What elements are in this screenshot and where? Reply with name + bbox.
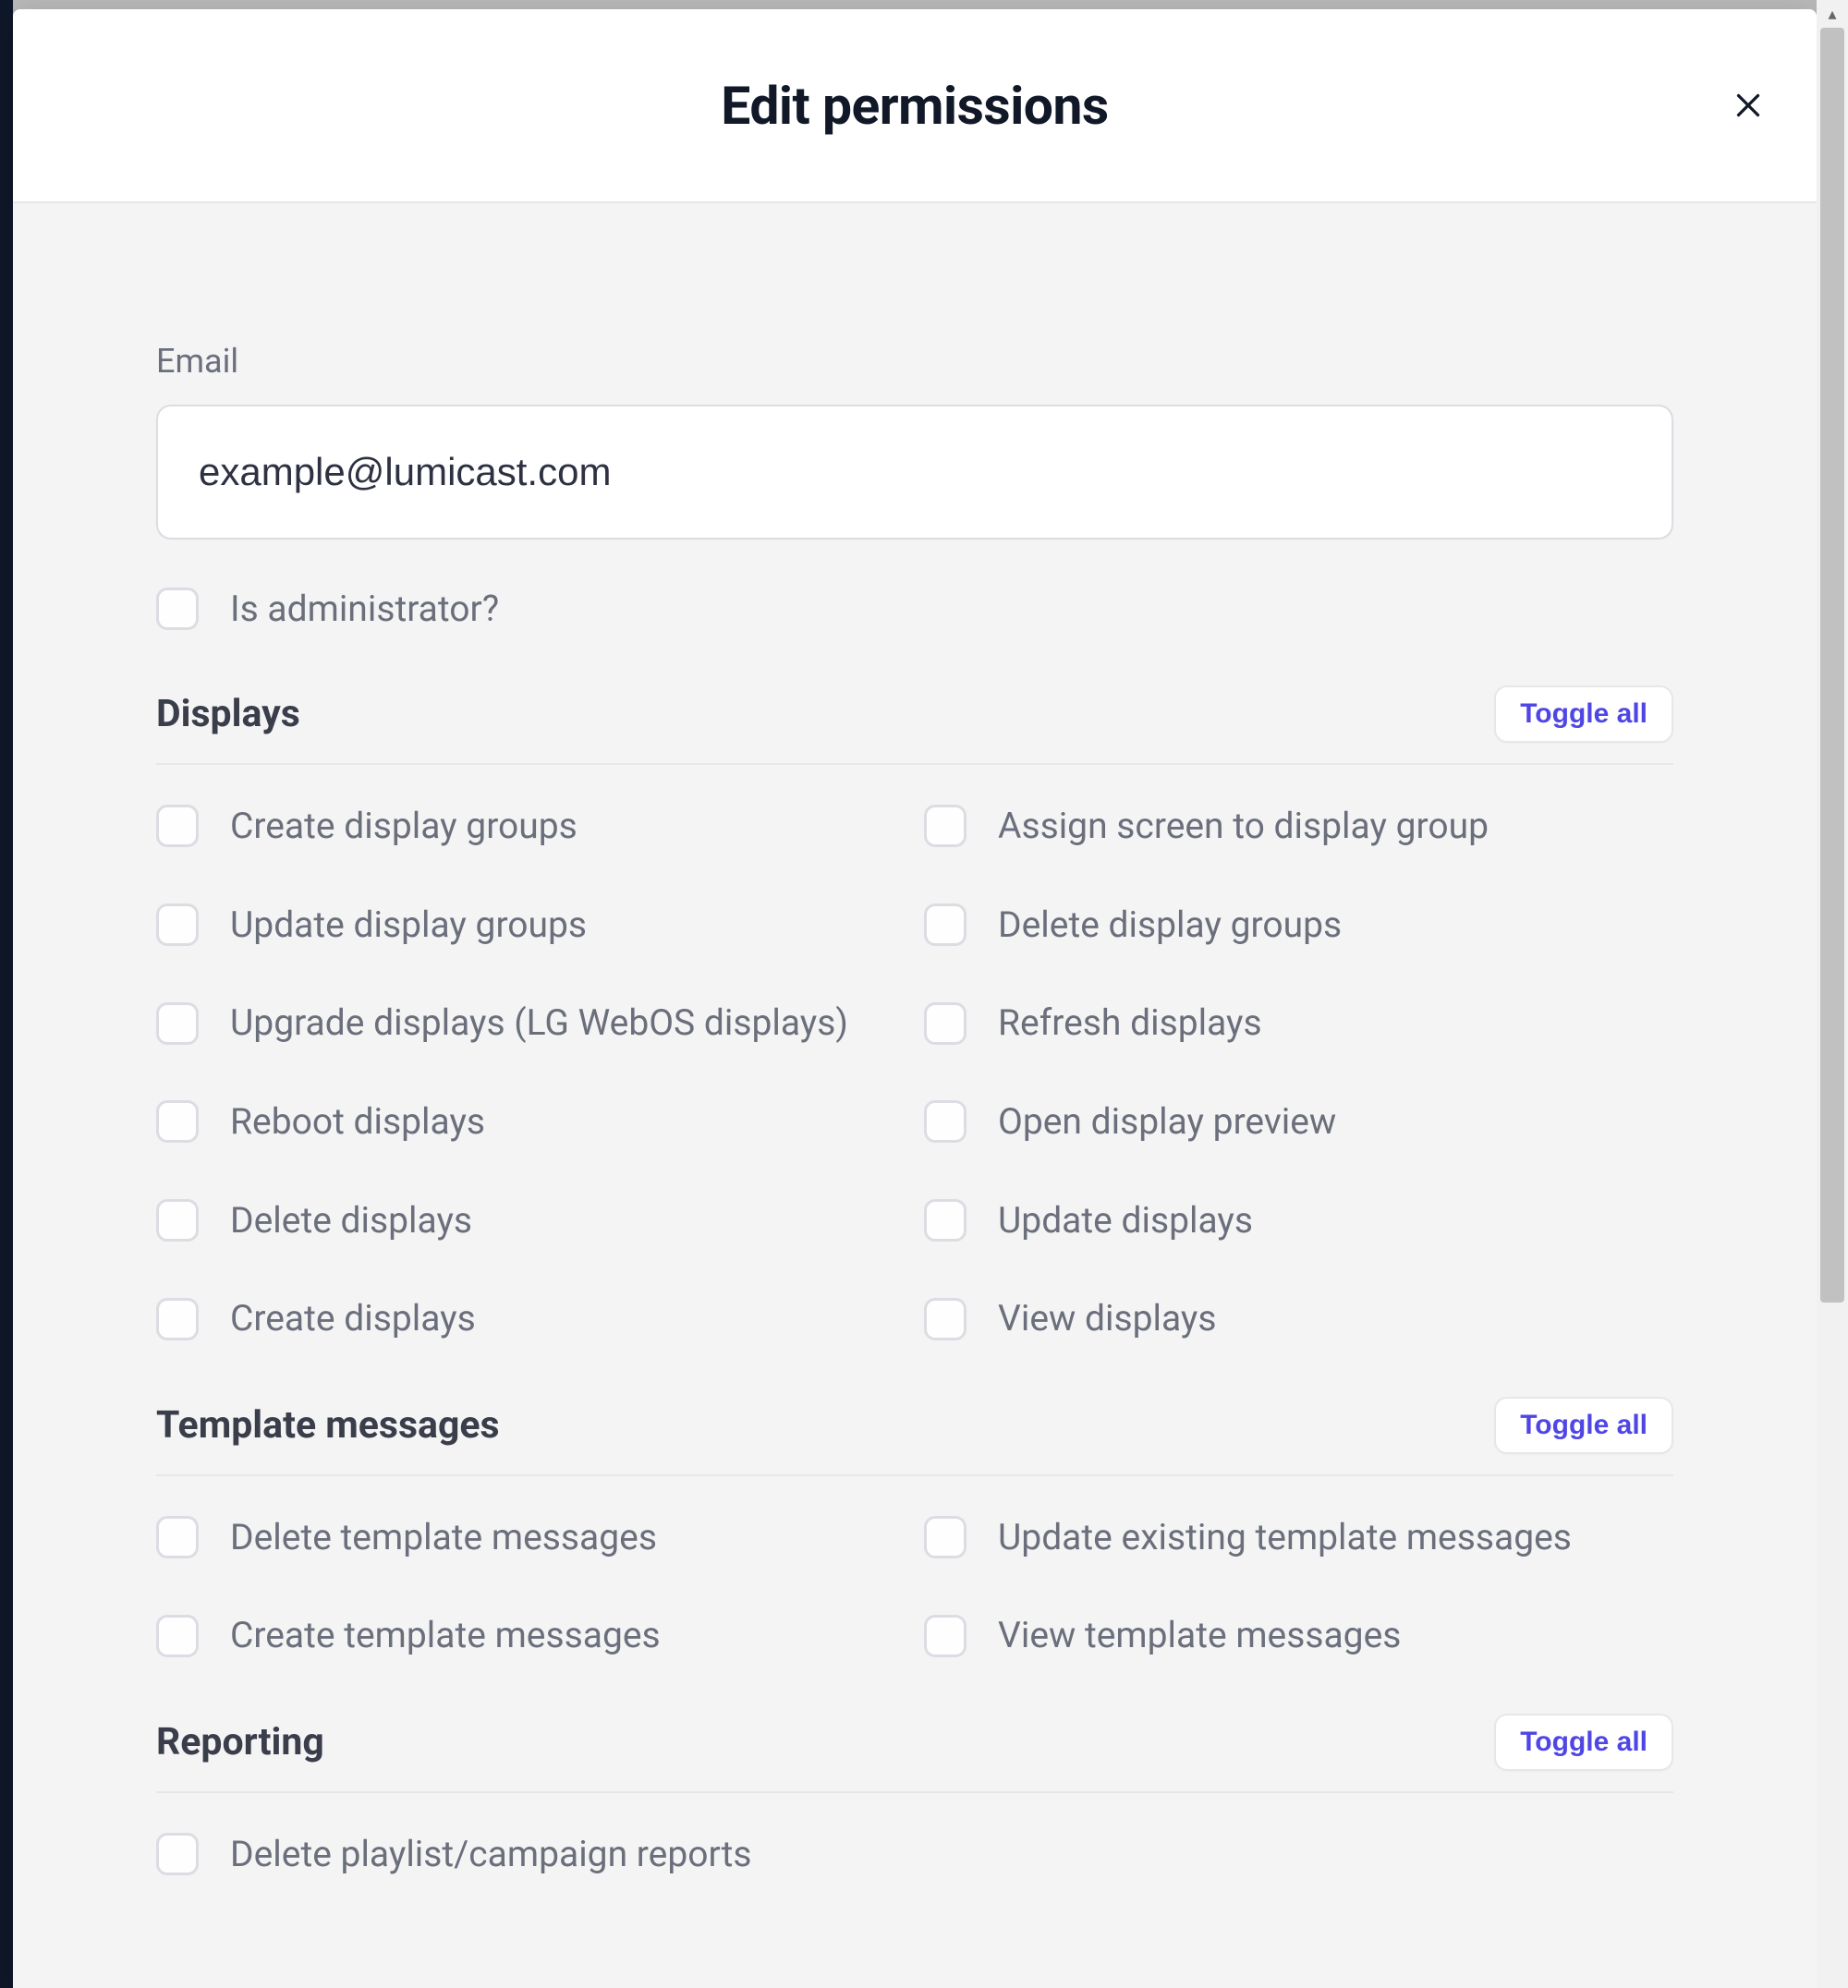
perm-delete-display-groups: Delete display groups (924, 901, 1673, 950)
checkbox-create-template-messages[interactable] (156, 1615, 199, 1657)
section-displays-title: Displays (156, 692, 300, 736)
perm-create-display-groups: Create display groups (156, 802, 906, 851)
checkbox-delete-display-groups[interactable] (924, 903, 967, 946)
checkbox-update-existing-template-messages[interactable] (924, 1516, 967, 1558)
label-create-displays: Create displays (230, 1294, 476, 1343)
section-reporting: Reporting Toggle all Delete playlist/cam… (156, 1714, 1673, 1879)
checkbox-upgrade-displays-lg-webos[interactable] (156, 1002, 199, 1045)
label-update-existing-template-messages: Update existing template messages (998, 1513, 1572, 1562)
checkbox-update-display-groups[interactable] (156, 903, 199, 946)
perm-delete-playlist-campaign-reports: Delete playlist/campaign reports (156, 1830, 906, 1879)
perm-open-display-preview: Open display preview (924, 1097, 1673, 1146)
checkbox-delete-template-messages[interactable] (156, 1516, 199, 1558)
section-displays: Displays Toggle all Create display group… (156, 685, 1673, 1343)
checkbox-open-display-preview[interactable] (924, 1100, 967, 1143)
scrollbar-thumb[interactable] (1820, 28, 1844, 1303)
checkbox-reboot-displays[interactable] (156, 1100, 199, 1143)
is-administrator-checkbox[interactable] (156, 588, 199, 630)
checkbox-delete-playlist-campaign-reports[interactable] (156, 1833, 199, 1875)
perm-upgrade-displays-lg-webos: Upgrade displays (LG WebOS displays) (156, 999, 906, 1048)
checkbox-refresh-displays[interactable] (924, 1002, 967, 1045)
label-view-template-messages: View template messages (998, 1611, 1401, 1660)
template-messages-permissions-grid: Delete template messages Update existing… (156, 1513, 1673, 1660)
perm-delete-displays: Delete displays (156, 1196, 906, 1245)
label-assign-screen-to-display-group: Assign screen to display group (998, 802, 1489, 851)
label-update-display-groups: Update display groups (230, 901, 587, 950)
checkbox-create-displays[interactable] (156, 1298, 199, 1340)
label-refresh-displays: Refresh displays (998, 999, 1262, 1048)
perm-assign-screen-to-display-group: Assign screen to display group (924, 802, 1673, 851)
close-icon (1732, 89, 1765, 122)
perm-delete-template-messages: Delete template messages (156, 1513, 906, 1562)
is-administrator-label: Is administrator? (230, 588, 499, 630)
perm-create-displays: Create displays (156, 1294, 906, 1343)
section-template-messages-title: Template messages (156, 1403, 500, 1448)
perm-update-display-groups: Update display groups (156, 901, 906, 950)
displays-permissions-grid: Create display groups Assign screen to d… (156, 802, 1673, 1343)
scrollbar-arrow-up-icon[interactable]: ▴ (1817, 0, 1848, 28)
label-delete-template-messages: Delete template messages (230, 1513, 657, 1562)
section-displays-header: Displays Toggle all (156, 685, 1673, 765)
backdrop-left-strip (0, 0, 13, 1988)
toggle-all-reporting-button[interactable]: Toggle all (1494, 1714, 1673, 1771)
reporting-permissions-grid: Delete playlist/campaign reports (156, 1830, 1673, 1879)
checkbox-assign-screen-to-display-group[interactable] (924, 805, 967, 847)
label-view-displays: View displays (998, 1294, 1216, 1343)
toggle-all-displays-button[interactable]: Toggle all (1494, 685, 1673, 743)
section-template-messages-header: Template messages Toggle all (156, 1397, 1673, 1476)
administrator-row: Is administrator? (156, 588, 1673, 630)
checkbox-delete-displays[interactable] (156, 1199, 199, 1242)
section-reporting-header: Reporting Toggle all (156, 1714, 1673, 1793)
perm-update-existing-template-messages: Update existing template messages (924, 1513, 1673, 1562)
perm-reboot-displays: Reboot displays (156, 1097, 906, 1146)
section-template-messages: Template messages Toggle all Delete temp… (156, 1397, 1673, 1660)
viewport: Edit permissions Email Is administrator?… (0, 0, 1848, 1988)
label-delete-display-groups: Delete display groups (998, 901, 1342, 950)
perm-create-template-messages: Create template messages (156, 1611, 906, 1660)
checkbox-view-template-messages[interactable] (924, 1615, 967, 1657)
perm-refresh-displays: Refresh displays (924, 999, 1673, 1048)
dialog-title: Edit permissions (721, 75, 1108, 137)
label-update-displays: Update displays (998, 1196, 1253, 1245)
perm-view-displays: View displays (924, 1294, 1673, 1343)
email-label: Email (156, 342, 1673, 381)
label-delete-displays: Delete displays (230, 1196, 472, 1245)
close-button[interactable] (1726, 83, 1770, 127)
label-open-display-preview: Open display preview (998, 1097, 1336, 1146)
section-reporting-title: Reporting (156, 1720, 324, 1764)
checkbox-view-displays[interactable] (924, 1298, 967, 1340)
label-reboot-displays: Reboot displays (230, 1097, 485, 1146)
toggle-all-template-messages-button[interactable]: Toggle all (1494, 1397, 1673, 1454)
perm-view-template-messages: View template messages (924, 1611, 1673, 1660)
dialog-header: Edit permissions (13, 9, 1817, 203)
dialog-body: Email Is administrator? Displays Toggle … (13, 203, 1817, 1988)
checkbox-update-displays[interactable] (924, 1199, 967, 1242)
label-create-display-groups: Create display groups (230, 802, 578, 851)
scrollbar-track[interactable]: ▴ (1817, 0, 1848, 1988)
label-delete-playlist-campaign-reports: Delete playlist/campaign reports (230, 1830, 752, 1879)
label-create-template-messages: Create template messages (230, 1611, 661, 1660)
perm-update-displays: Update displays (924, 1196, 1673, 1245)
label-upgrade-displays-lg-webos: Upgrade displays (LG WebOS displays) (230, 999, 848, 1048)
edit-permissions-dialog: Edit permissions Email Is administrator?… (13, 9, 1817, 1988)
checkbox-create-display-groups[interactable] (156, 805, 199, 847)
email-field[interactable] (156, 405, 1673, 539)
